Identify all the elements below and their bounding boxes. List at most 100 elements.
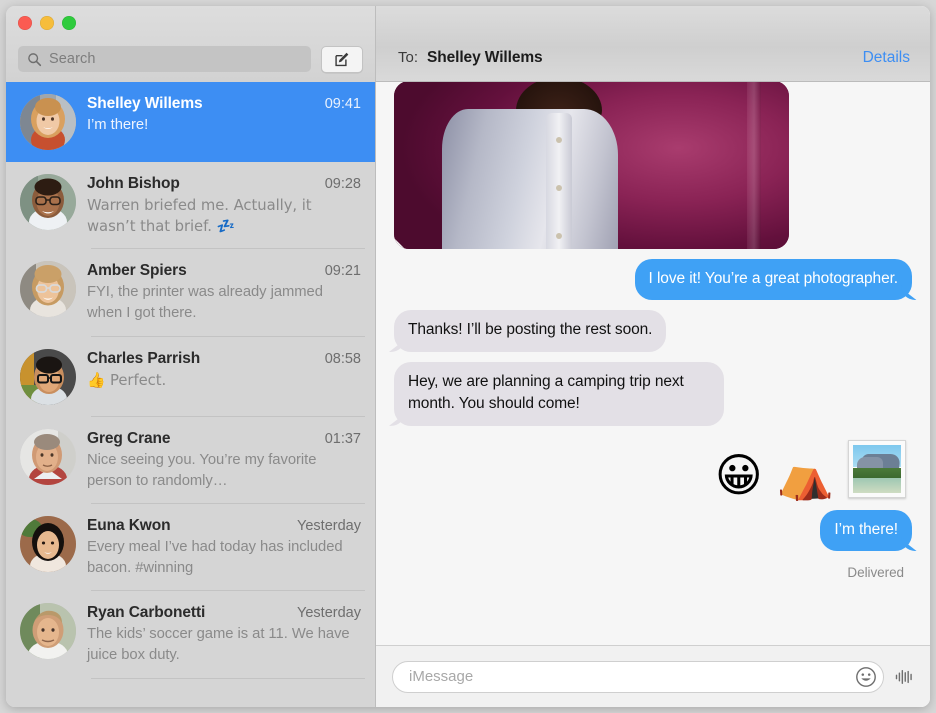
avatar [20, 428, 76, 485]
conversation-preview: Warren briefed me. Actually, it wasn’t t… [87, 197, 312, 236]
imessage-input[interactable]: iMessage [392, 660, 884, 693]
conversation-time: 09:21 [324, 263, 361, 280]
conversation-header-bar: To: Shelley Willems Details [376, 6, 930, 82]
close-button[interactable] [18, 16, 32, 30]
photo-subject-placket [546, 113, 572, 249]
imessage-placeholder: iMessage [409, 668, 474, 685]
conversation-header: Charles Parrish 08:58 [87, 350, 361, 368]
conversation-header: Shelley Willems 09:41 [87, 95, 361, 113]
photo-wall-edge [747, 82, 761, 249]
avatar [20, 174, 76, 230]
message-row-outgoing: I love it! You’re a great photographer. [394, 259, 912, 301]
shirt-button [556, 185, 562, 191]
conversation-name: Euna Kwon [87, 516, 171, 534]
avatar [20, 348, 76, 405]
audio-waveform-icon[interactable] [894, 666, 918, 688]
camping-tent-emoji[interactable]: ⛺ [777, 452, 834, 498]
search-input[interactable]: Search [18, 46, 311, 72]
photo-subject [442, 82, 618, 249]
composer-bar: iMessage [376, 645, 930, 707]
conversation-header: Amber Spiers 09:21 [87, 262, 361, 280]
conversation-item-shelley-willems[interactable]: Shelley Willems 09:41 I’m there! [6, 82, 375, 162]
conversation-header: Greg Crane 01:37 [87, 430, 361, 448]
avatar-image [20, 94, 76, 150]
message-thread[interactable]: I love it! You’re a great photographer. … [376, 82, 930, 645]
recipient-field[interactable]: To: Shelley Willems [398, 49, 543, 67]
avatar-image [20, 603, 76, 660]
conversation-body: Charles Parrish 08:58 👍 Perfect. [87, 349, 361, 391]
message-bubble-incoming[interactable]: Thanks! I’ll be posting the rest soon. [394, 310, 667, 352]
minimize-button[interactable] [40, 16, 54, 30]
emoji-smiley-icon[interactable] [855, 666, 877, 688]
photo-message-bubble[interactable] [394, 82, 789, 249]
message-row-incoming: Thanks! I’ll be posting the rest soon. [394, 310, 912, 352]
conversation-name: Shelley Willems [87, 95, 203, 112]
conversation-item-amber-spiers[interactable]: Amber Spiers 09:21 FYI, the printer was … [6, 249, 375, 337]
conversation-body: Greg Crane 01:37 Nice seeing you. You’re… [87, 429, 361, 492]
zoom-button[interactable] [62, 16, 76, 30]
message-row-outgoing-last: I’m there! [394, 509, 912, 552]
sticker-row: 😀 ⛺ [394, 439, 906, 498]
conversation-item-greg-crane[interactable]: Greg Crane 01:37 Nice seeing you. You’re… [6, 417, 375, 504]
grinning-face-emoji[interactable]: 😀 [715, 452, 763, 498]
conversation-name: Charles Parrish [87, 349, 201, 367]
sidebar: Search Shelley Willems 09:41 I’m there! … [6, 6, 376, 707]
conversation-time: 09:28 [324, 176, 361, 192]
conversation-body: Ryan Carbonetti Yesterday The kids’ socc… [87, 603, 361, 666]
conversation-preview: 👍 Perfect. [87, 371, 167, 389]
message-bubble-outgoing-last[interactable]: I’m there! [820, 509, 912, 552]
conversation-list[interactable]: Shelley Willems 09:41 I’m there! John Bi… [6, 82, 375, 707]
conversation-header: John Bishop 09:28 [87, 175, 361, 193]
message-bubble-outgoing[interactable]: I love it! You’re a great photographer. [634, 259, 912, 301]
avatar-image [20, 261, 76, 318]
message-row-incoming: Hey, we are planning a camping trip next… [394, 361, 912, 426]
conversation-time: Yesterday [297, 517, 361, 534]
message-row-photo [394, 82, 912, 249]
photo-subject-shirt [442, 109, 618, 249]
to-label: To: [398, 49, 419, 66]
conversation-time: Yesterday [297, 605, 361, 622]
search-icon [28, 52, 42, 66]
sticker-trees [853, 467, 901, 479]
conversation-item-ryan-carbonetti[interactable]: Ryan Carbonetti Yesterday The kids’ socc… [6, 591, 375, 679]
avatar [20, 261, 76, 318]
conversation-item-euna-kwon[interactable]: Euna Kwon Yesterday Every meal I’ve had … [6, 504, 375, 592]
conversation-body: Euna Kwon Yesterday Every meal I’ve had … [87, 516, 361, 579]
landscape-scene [853, 444, 901, 493]
conversation-header: Euna Kwon Yesterday [87, 517, 361, 535]
conversation-preview: FYI, the printer was already jammed when… [87, 284, 323, 322]
avatar-image [20, 428, 76, 485]
conversation-name: Greg Crane [87, 429, 171, 447]
window-titlebar: Search [6, 6, 375, 82]
message-bubble-incoming[interactable]: Hey, we are planning a camping trip next… [394, 361, 724, 426]
conversation-time: 01:37 [324, 430, 361, 447]
recipient-name: Shelley Willems [427, 49, 543, 66]
conversation-name: John Bishop [87, 175, 180, 192]
conversation-name: Ryan Carbonetti [87, 604, 206, 622]
compose-button[interactable] [321, 45, 363, 73]
avatar [20, 515, 76, 572]
conversation-preview: The kids’ soccer game is at 11. We have … [87, 626, 350, 664]
avatar [20, 603, 76, 660]
conversation-name: Amber Spiers [87, 262, 187, 280]
conversation-pane: To: Shelley Willems Details I love it! Y… [376, 6, 930, 707]
conversation-preview: Nice seeing you. You’re my favorite pers… [87, 451, 317, 489]
avatar-image [20, 348, 76, 405]
conversation-body: Shelley Willems 09:41 I’m there! [87, 94, 361, 136]
shirt-button [556, 137, 562, 143]
avatar-image [20, 174, 76, 230]
traffic-light-group [18, 16, 76, 30]
sticker-water [853, 478, 901, 493]
conversation-item-john-bishop[interactable]: John Bishop 09:28 Warren briefed me. Act… [6, 162, 375, 250]
conversation-item-charles-parrish[interactable]: Charles Parrish 08:58 👍 Perfect. [6, 337, 375, 417]
conversation-body: Amber Spiers 09:21 FYI, the printer was … [87, 261, 361, 324]
conversation-preview: Every meal I’ve had today has included b… [87, 538, 343, 577]
conversation-time: 09:41 [324, 96, 361, 112]
landscape-photo-sticker[interactable] [848, 439, 906, 498]
details-button[interactable]: Details [863, 49, 910, 67]
conversation-preview: I’m there! [87, 117, 149, 133]
compose-pencil-icon [334, 52, 348, 66]
shirt-button [556, 233, 562, 239]
search-row: Search [6, 42, 375, 76]
conversation-body: John Bishop 09:28 Warren briefed me. Act… [87, 174, 361, 237]
